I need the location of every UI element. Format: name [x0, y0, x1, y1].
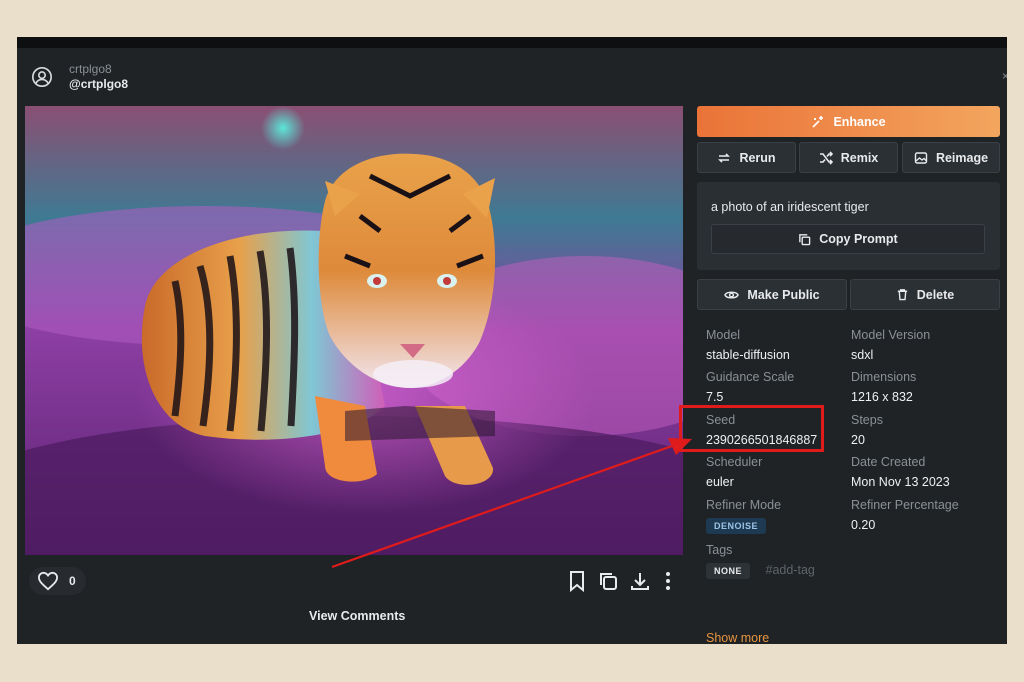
- annotation-arrow: [331, 438, 692, 569]
